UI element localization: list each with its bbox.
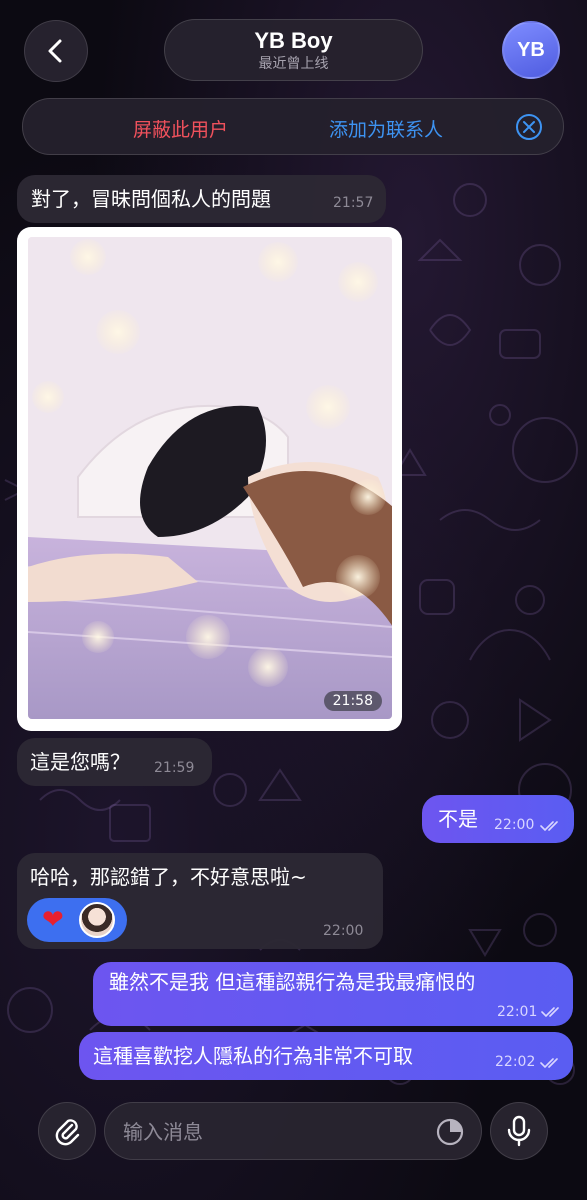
- back-button[interactable]: [24, 20, 88, 82]
- message-input-container[interactable]: [104, 1102, 482, 1160]
- message-text: 不是: [438, 807, 478, 831]
- contact-name: YB Boy: [254, 27, 333, 53]
- avatar[interactable]: YB: [502, 21, 560, 79]
- message-time: 22:00: [494, 817, 535, 833]
- message-time: 21:59: [154, 760, 195, 776]
- microphone-icon: [507, 1115, 531, 1147]
- message-photo[interactable]: 21:58: [17, 227, 402, 731]
- message-time: 21:57: [333, 195, 374, 211]
- read-receipt-icon: [540, 821, 558, 832]
- attach-button[interactable]: [38, 1102, 96, 1160]
- message-incoming[interactable]: 這是您嗎？ 21:59: [17, 738, 212, 786]
- block-user-button[interactable]: 屏蔽此用户: [133, 115, 228, 142]
- reactor-avatar: [79, 902, 115, 938]
- photo-image[interactable]: 21:58: [28, 237, 392, 719]
- message-text: 哈哈，那認錯了，不好意思啦~: [30, 865, 307, 889]
- close-icon[interactable]: [514, 112, 544, 142]
- chat-title[interactable]: YB Boy 最近曾上线: [164, 19, 423, 81]
- reaction-chip[interactable]: ❤: [27, 898, 127, 942]
- message-text: 這是您嗎？: [30, 750, 130, 774]
- message-time: 21:58: [323, 691, 382, 711]
- last-seen-status: 最近曾上线: [258, 55, 329, 72]
- message-text: 雖然不是我 但這種認親行為是我最痛恨的: [109, 970, 476, 994]
- message-text: 對了，冒昧問個私人的問題: [31, 187, 271, 211]
- message-outgoing[interactable]: 這種喜歡挖人隱私的行為非常不可取 22:02: [79, 1032, 573, 1080]
- read-receipt-icon: [541, 1007, 559, 1018]
- message-input[interactable]: [123, 1117, 423, 1147]
- message-outgoing[interactable]: 不是 22:00: [422, 795, 574, 843]
- microphone-button[interactable]: [490, 1102, 548, 1160]
- message-time: 22:00: [323, 923, 364, 939]
- message-outgoing[interactable]: 雖然不是我 但這種認親行為是我最痛恨的 22:01: [93, 962, 573, 1026]
- heart-reaction-icon: ❤: [42, 905, 64, 935]
- message-incoming[interactable]: 對了，冒昧問個私人的問題 21:57: [17, 175, 386, 223]
- photo-illustration: [28, 237, 392, 719]
- chevron-left-icon: [48, 39, 62, 63]
- add-contact-button[interactable]: 添加为联系人: [329, 115, 443, 142]
- read-receipt-icon: [540, 1058, 558, 1069]
- message-time: 22:02: [495, 1054, 536, 1070]
- message-text: 這種喜歡挖人隱私的行為非常不可取: [93, 1044, 413, 1068]
- contact-action-bar: 屏蔽此用户 添加为联系人: [22, 98, 564, 155]
- sticker-icon[interactable]: [435, 1117, 465, 1147]
- message-time: 22:01: [497, 1004, 538, 1020]
- paperclip-icon: [55, 1119, 80, 1146]
- avatar-initials: YB: [517, 38, 545, 61]
